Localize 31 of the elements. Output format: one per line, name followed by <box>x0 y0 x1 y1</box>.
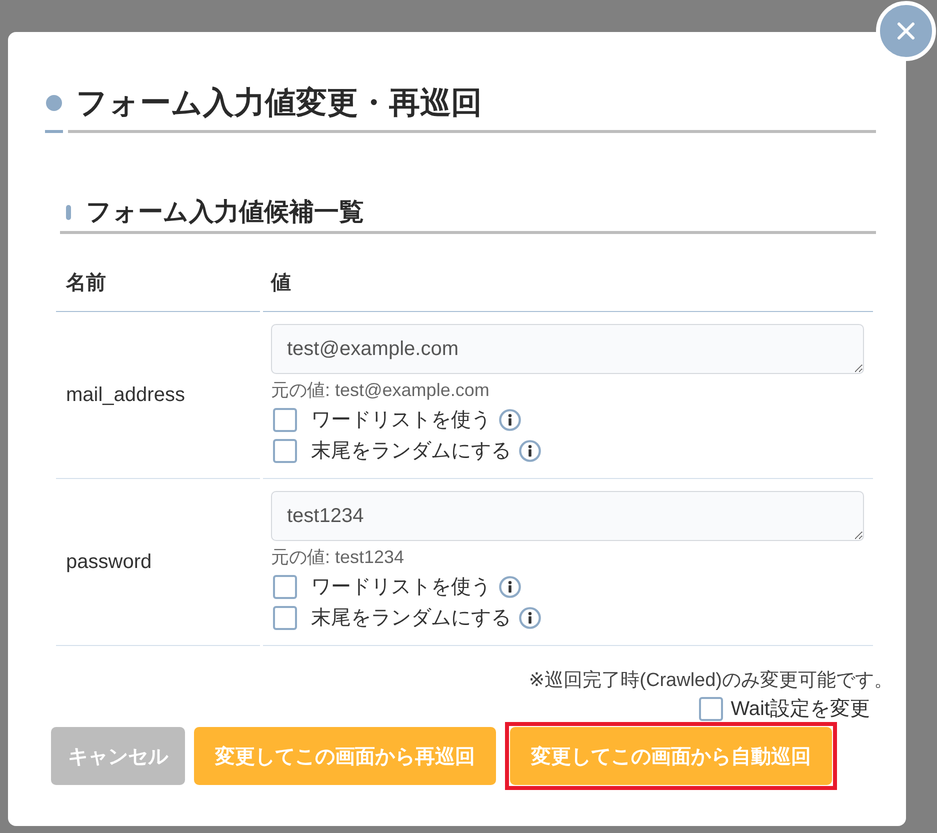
info-icon[interactable] <box>499 576 521 598</box>
value-textarea[interactable]: test@example.com <box>271 324 864 374</box>
column-header: 名前 <box>56 250 260 312</box>
checkbox[interactable] <box>273 606 297 630</box>
original-value-text: 元の値: test@example.com <box>271 379 490 402</box>
field-name: password <box>66 550 152 575</box>
value-textarea[interactable]: test1234 <box>271 491 864 541</box>
section-title: フォーム入力値候補一覧 <box>86 197 364 228</box>
option-label: 末尾をランダムにする <box>311 438 511 464</box>
option-label: 末尾をランダムにする <box>311 606 511 630</box>
section-marker-icon <box>66 204 71 220</box>
dialog-title: フォーム入力値変更・再巡回 <box>68 83 876 133</box>
info-icon[interactable] <box>519 606 541 628</box>
original-value-text: 元の値: test1234 <box>271 546 406 569</box>
info-icon[interactable] <box>519 440 541 462</box>
checkbox[interactable] <box>273 574 297 598</box>
checkbox[interactable] <box>273 438 297 462</box>
note-text: ※巡回完了時(Crawled)のみ変更可能です。 <box>528 669 893 693</box>
action-button[interactable]: 変更してこの画面から自動巡回 <box>510 727 832 785</box>
field-name: mail_address <box>66 383 185 408</box>
column-header: 値 <box>263 250 873 312</box>
info-icon[interactable] <box>499 408 521 430</box>
action-button[interactable]: キャンセル <box>51 727 185 785</box>
option-label: ワードリストを使う <box>311 574 491 600</box>
option-label: Wait設定を変更 <box>730 697 870 722</box>
bullet-icon <box>46 95 62 111</box>
option-label: ワードリストを使う <box>311 408 491 432</box>
checkbox[interactable] <box>698 697 723 721</box>
action-button[interactable]: 変更してこの画面から再巡回 <box>194 727 496 785</box>
checkbox[interactable] <box>273 408 297 432</box>
close-icon <box>897 22 915 40</box>
